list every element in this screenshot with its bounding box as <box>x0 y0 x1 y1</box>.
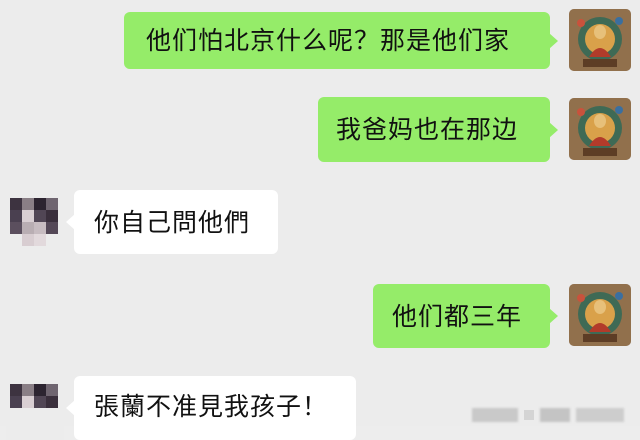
message-text: 他们都三年 <box>392 301 523 331</box>
watermark <box>472 408 624 422</box>
message-text: 張蘭不准見我孩子！ <box>94 392 329 421</box>
message-bubble-received[interactable]: 你自己問他們 <box>66 190 278 254</box>
self-avatar-icon[interactable] <box>569 284 631 346</box>
message-text: 你自己問他們 <box>94 207 251 237</box>
message-text: 他们怕北京什么呢？那是他们家 <box>146 26 511 55</box>
message-text: 我爸妈也在那边 <box>336 115 519 144</box>
chat-window: 他们怕北京什么呢？那是他们家 我爸妈也在那边 你自己問他們 他们都三年 張蘭不准… <box>0 0 640 440</box>
self-avatar-icon[interactable] <box>569 9 631 71</box>
message-bubble-sent[interactable]: 我爸妈也在那边 <box>318 97 558 162</box>
message-bubble-sent[interactable]: 他们都三年 <box>373 284 558 348</box>
contact-avatar-icon[interactable] <box>6 192 64 254</box>
message-bubble-received[interactable]: 張蘭不准見我孩子！ <box>66 376 356 440</box>
self-avatar-icon[interactable] <box>569 98 631 160</box>
message-bubble-sent[interactable]: 他们怕北京什么呢？那是他们家 <box>124 12 558 69</box>
contact-avatar-icon[interactable] <box>6 378 64 440</box>
